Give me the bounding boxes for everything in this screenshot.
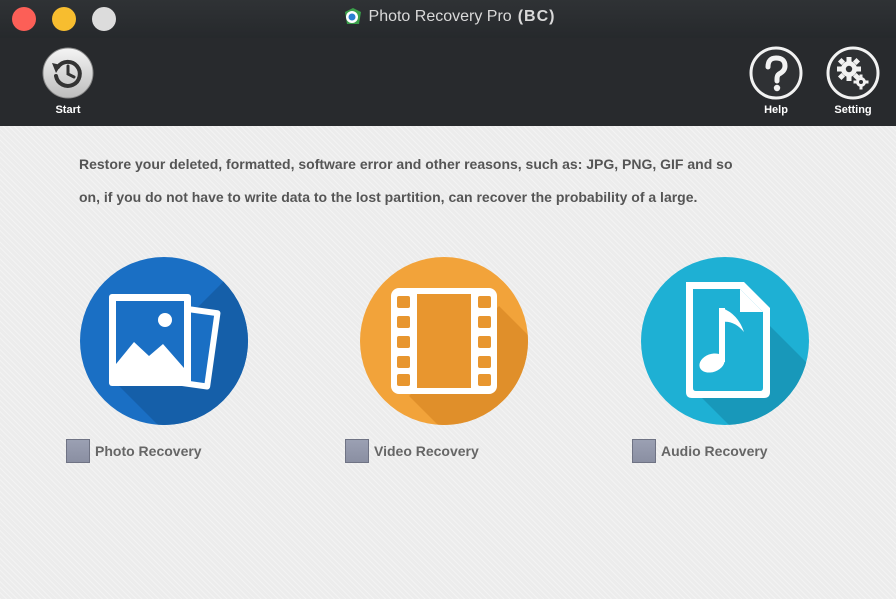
title-bar: Photo Recovery Pro (BC) xyxy=(0,0,896,38)
setting-label: Setting xyxy=(834,104,872,116)
setting-button[interactable]: Setting xyxy=(823,46,883,116)
video-recovery-label[interactable]: Video Recovery xyxy=(374,443,479,459)
photo-recovery-card[interactable] xyxy=(79,256,249,426)
description-line-2: on, if you do not have to write data to … xyxy=(79,189,698,205)
photo-recovery-checkbox[interactable] xyxy=(66,439,90,463)
video-recovery-checkbox[interactable] xyxy=(345,439,369,463)
description-line-1: Restore your deleted, formatted, softwar… xyxy=(79,156,733,172)
help-label: Help xyxy=(764,104,788,116)
film-icon xyxy=(360,257,528,425)
gear-icon xyxy=(826,46,880,100)
window-title-text: Photo Recovery Pro xyxy=(368,8,512,25)
audio-recovery-checkbox[interactable] xyxy=(632,439,656,463)
window-title-suffix: (BC) xyxy=(517,8,556,25)
window-title: Photo Recovery Pro (BC) xyxy=(0,6,896,28)
app-logo-icon xyxy=(344,8,361,24)
photo-recovery-option[interactable]: Photo Recovery xyxy=(66,439,202,463)
restore-icon xyxy=(42,47,94,99)
start-button[interactable]: Start xyxy=(38,46,98,116)
video-recovery-card[interactable] xyxy=(359,256,529,426)
main-content: Restore your deleted, formatted, softwar… xyxy=(0,126,896,599)
toolbar: Start Help Setting xyxy=(0,38,896,126)
question-mark-icon xyxy=(749,46,803,100)
help-button[interactable]: Help xyxy=(746,46,806,116)
audio-recovery-option[interactable]: Audio Recovery xyxy=(632,439,768,463)
start-label: Start xyxy=(55,104,81,116)
audio-recovery-card[interactable] xyxy=(640,256,810,426)
music-file-icon xyxy=(641,257,809,425)
photo-recovery-label[interactable]: Photo Recovery xyxy=(95,443,202,459)
video-recovery-option[interactable]: Video Recovery xyxy=(345,439,479,463)
audio-recovery-label[interactable]: Audio Recovery xyxy=(661,443,768,459)
photo-icon xyxy=(80,257,248,425)
description-text: Restore your deleted, formatted, softwar… xyxy=(79,148,819,214)
